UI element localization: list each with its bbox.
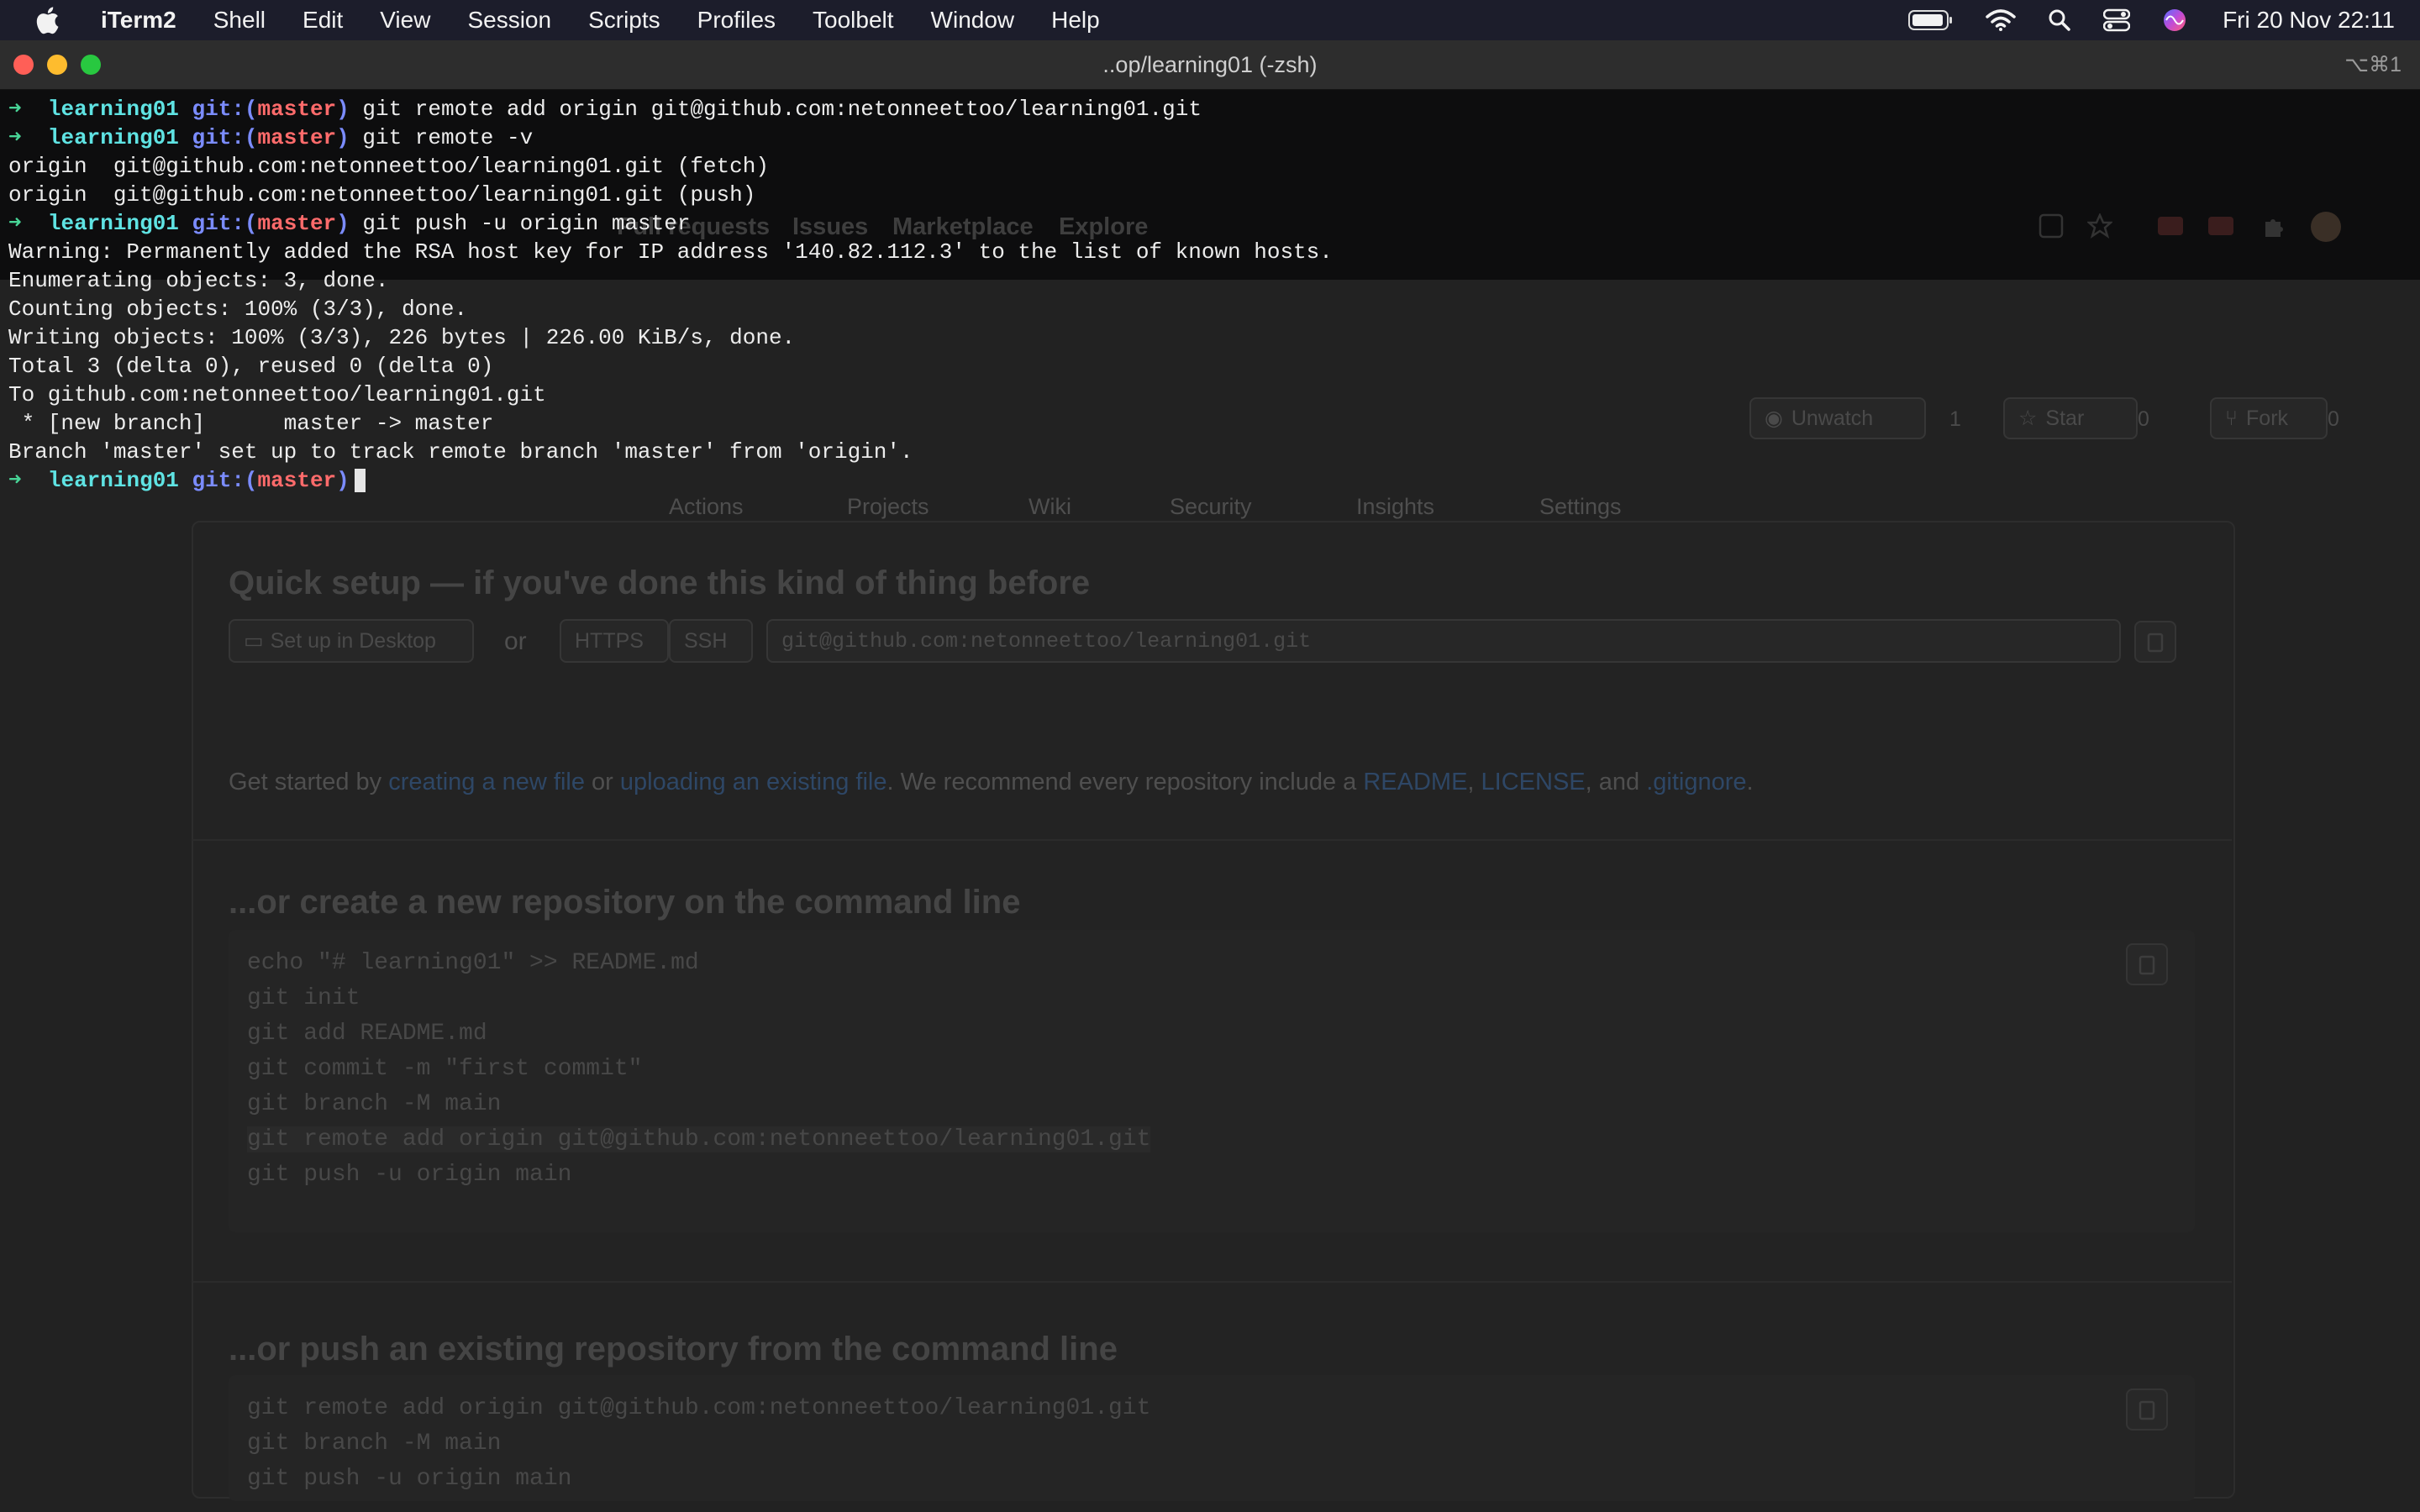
output-line: Writing objects: 100% (3/3), 226 bytes |… xyxy=(8,325,796,350)
tab-projects: Projects xyxy=(847,494,929,519)
output-line: * [new branch] master -> master xyxy=(8,411,494,436)
output-line: To github.com:netonneettoo/learning01.gi… xyxy=(8,382,546,407)
section-divider xyxy=(192,839,2232,841)
copy-clipboard-icon xyxy=(2126,943,2168,985)
menu-session[interactable]: Session xyxy=(449,0,570,40)
wifi-icon[interactable] xyxy=(1986,8,2016,32)
prompt-branch: master xyxy=(257,468,337,493)
terminal-session[interactable]: ➜ learning01 git:(master) git remote add… xyxy=(8,95,2412,495)
push-repo-heading: ...or push an existing repository from t… xyxy=(229,1331,1118,1368)
menu-window[interactable]: Window xyxy=(913,0,1034,40)
output-line: origin git@github.com:netonneettoo/learn… xyxy=(8,154,769,179)
menu-bar-status-area: Fri 20 Nov 22:11 xyxy=(1908,0,2395,40)
prompt-arrow: ➜ xyxy=(8,97,22,122)
command-text: git push -u origin master xyxy=(362,211,691,236)
menu-app-iterm2[interactable]: iTerm2 xyxy=(94,0,195,40)
prompt-git-close: ) xyxy=(336,125,350,150)
code-line: git add README.md xyxy=(247,1021,487,1047)
prompt-git-close: ) xyxy=(336,211,350,236)
terminal-title-bar[interactable]: ..op/learning01 (-zsh) ⌥⌘1 xyxy=(0,40,2420,90)
prompt-directory: learning01 xyxy=(47,125,179,150)
command-text: git remote -v xyxy=(362,125,534,150)
battery-icon[interactable] xyxy=(1908,9,1954,31)
or-label: or xyxy=(504,627,527,655)
macos-menu-bar: iTerm2 Shell Edit View Session Scripts P… xyxy=(0,0,2420,40)
menu-toolbelt[interactable]: Toolbelt xyxy=(794,0,913,40)
output-line: Enumerating objects: 3, done. xyxy=(8,268,389,293)
spotlight-search-icon[interactable] xyxy=(2048,8,2071,32)
prompt-branch: master xyxy=(257,125,337,150)
prompt-directory: learning01 xyxy=(47,97,179,122)
quick-setup-heading: Quick setup — if you've done this kind o… xyxy=(229,564,1091,601)
code-line: git remote add origin git@github.com:net… xyxy=(247,1395,1151,1421)
control-center-icon[interactable] xyxy=(2103,8,2131,32)
prompt-line: ➜ learning01 git:(master) git remote add… xyxy=(8,95,2412,123)
prompt-arrow: ➜ xyxy=(8,125,22,150)
prompt-directory: learning01 xyxy=(47,211,179,236)
code-line: git commit -m "first commit" xyxy=(247,1056,643,1082)
tab-settings: Settings xyxy=(1539,494,1622,519)
prompt-directory: learning01 xyxy=(47,468,179,493)
setup-desktop-label: Set up in Desktop xyxy=(270,628,436,653)
code-line: git push -u origin main xyxy=(247,1466,572,1492)
code-line: echo "# learning01" >> README.md xyxy=(247,950,699,976)
command-text: git remote add origin git@github.com:net… xyxy=(362,97,1202,122)
prompt-line: ➜ learning01 git:(master) git remote -v xyxy=(8,123,2412,152)
window-shortcut-label: ⌥⌘1 xyxy=(2344,53,2402,76)
prompt-arrow: ➜ xyxy=(8,211,22,236)
output-line: Branch 'master' set up to track remote b… xyxy=(8,439,913,465)
output-line: origin git@github.com:netonneettoo/learn… xyxy=(8,182,756,207)
menu-edit[interactable]: Edit xyxy=(284,0,361,40)
prompt-git-label: git:( xyxy=(192,125,258,150)
copy-clipboard-icon xyxy=(2134,621,2176,663)
siri-icon[interactable] xyxy=(2162,8,2187,33)
apple-logo-icon[interactable] xyxy=(30,3,64,37)
tab-insights: Insights xyxy=(1356,494,1435,519)
prompt-branch: master xyxy=(257,97,337,122)
https-button: HTTPS xyxy=(560,619,669,663)
prompt-line: ➜ learning01 git:(master) git push -u or… xyxy=(8,209,2412,238)
quick-setup-help-text: Get started by creating a new file or up… xyxy=(229,769,1754,795)
prompt-git-label: git:( xyxy=(192,211,258,236)
output-line: Warning: Permanently added the RSA host … xyxy=(8,239,1333,265)
code-line: git remote add origin git@github.com:net… xyxy=(247,1126,1151,1152)
menu-scripts[interactable]: Scripts xyxy=(570,0,679,40)
code-line: git init xyxy=(247,985,360,1011)
ssh-button: SSH xyxy=(669,619,753,663)
prompt-branch: master xyxy=(257,211,337,236)
prompt-git-label: git:( xyxy=(192,97,258,122)
copy-clipboard-icon xyxy=(2126,1389,2168,1431)
setup-desktop-button: ▭ Set up in Desktop xyxy=(229,619,474,663)
menu-view[interactable]: View xyxy=(361,0,449,40)
active-prompt-line[interactable]: ➜ learning01 git:(master) xyxy=(8,466,2412,495)
menu-profiles[interactable]: Profiles xyxy=(679,0,794,40)
window-title: ..op/learning01 (-zsh) xyxy=(1102,52,1318,77)
output-line: Total 3 (delta 0), reused 0 (delta 0) xyxy=(8,354,494,379)
code-line: git push -u origin main xyxy=(247,1162,572,1188)
text-cursor[interactable] xyxy=(354,469,366,493)
prompt-git-close: ) xyxy=(336,97,350,122)
prompt-arrow: ➜ xyxy=(8,468,22,493)
prompt-git-label: git:( xyxy=(192,468,258,493)
code-line: git branch -M main xyxy=(247,1431,502,1457)
menu-bar-clock[interactable]: Fri 20 Nov 22:11 xyxy=(2223,7,2395,34)
desktop-icon: ▭ xyxy=(244,629,264,653)
clone-url-field: git@github.com:netonneettoo/learning01.g… xyxy=(766,619,2121,663)
create-repo-heading: ...or create a new repository on the com… xyxy=(229,884,1021,921)
menu-shell[interactable]: Shell xyxy=(195,0,284,40)
menu-help[interactable]: Help xyxy=(1033,0,1118,40)
tab-wiki: Wiki xyxy=(1028,494,1071,519)
output-line: Counting objects: 100% (3/3), done. xyxy=(8,297,468,322)
tab-security: Security xyxy=(1170,494,1252,519)
code-line: git branch -M main xyxy=(247,1091,502,1117)
section-divider xyxy=(192,1281,2232,1283)
prompt-git-close: ) xyxy=(336,468,350,493)
tab-actions: Actions xyxy=(669,494,744,519)
